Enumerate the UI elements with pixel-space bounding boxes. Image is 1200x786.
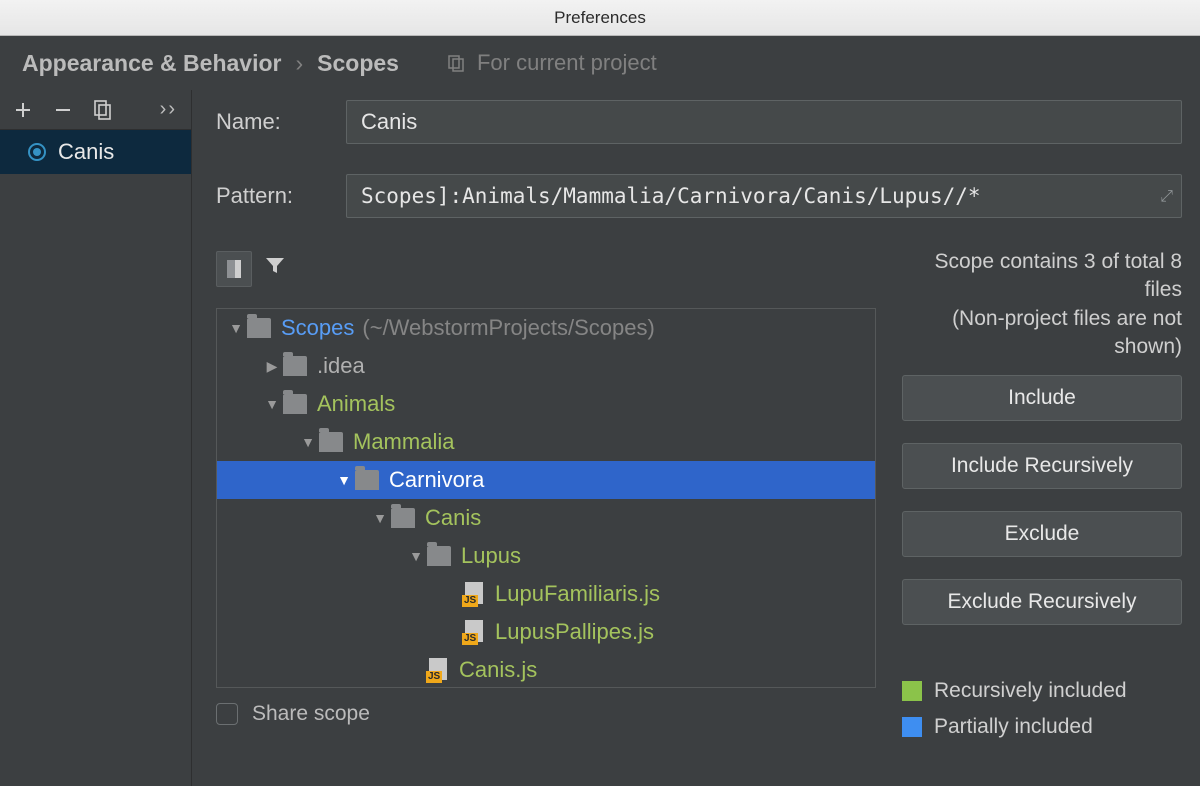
tree-node-file[interactable]: Canis.js	[217, 651, 875, 688]
tree-node-idea[interactable]: .idea	[217, 347, 875, 385]
file-tree[interactable]: Scopes (~/WebstormProjects/Scopes) .idea…	[216, 308, 876, 688]
sidebar-item-label: Canis	[58, 139, 114, 165]
folder-icon	[427, 546, 451, 566]
btn-label: Include Recursively	[951, 454, 1133, 478]
chevron-down-icon[interactable]	[333, 472, 355, 488]
tree-label: Lupus	[461, 543, 521, 569]
tree-node-animals[interactable]: Animals	[217, 385, 875, 423]
tree-label: .idea	[317, 353, 365, 379]
chevron-down-icon[interactable]	[261, 396, 283, 412]
tree-label: LupusPallipes.js	[495, 619, 654, 645]
pattern-input-value: Scopes]:Animals/Mammalia/Carnivora/Canis…	[361, 184, 981, 208]
sidebar-toolbar: ››	[0, 90, 191, 130]
include-recursively-button[interactable]: Include Recursively	[902, 443, 1182, 489]
tree-label: Animals	[317, 391, 395, 417]
project-scope-icon	[447, 53, 467, 73]
btn-label: Include	[1008, 386, 1076, 410]
name-input-value: Canis	[361, 109, 417, 135]
tree-label: Canis	[425, 505, 481, 531]
tree-node-mammalia[interactable]: Mammalia	[217, 423, 875, 461]
folder-icon	[319, 432, 343, 452]
window-title: Preferences	[554, 8, 646, 28]
sidebar-item-canis[interactable]: Canis	[0, 130, 191, 174]
chevron-down-icon[interactable]	[405, 548, 427, 564]
folder-icon	[247, 318, 271, 338]
folder-icon	[283, 356, 307, 376]
chevron-down-icon[interactable]	[297, 434, 319, 450]
exclude-button[interactable]: Exclude	[902, 511, 1182, 557]
include-button[interactable]: Include	[902, 375, 1182, 421]
folder-icon	[391, 508, 415, 528]
copy-scope-button[interactable]	[94, 100, 112, 120]
scope-status: Scope contains 3 of total 8 files (Non-p…	[902, 248, 1182, 361]
expand-pattern-icon[interactable]: ⤢	[1160, 186, 1173, 206]
tree-label: Carnivora	[389, 467, 484, 493]
breadcrumb-section[interactable]: Appearance & Behavior	[22, 50, 281, 77]
chevron-down-icon[interactable]	[225, 320, 247, 336]
pattern-label: Pattern:	[216, 183, 346, 209]
chevron-right-icon[interactable]	[261, 358, 283, 375]
add-scope-button[interactable]	[14, 101, 32, 119]
legend: Recursively included Partially included	[902, 679, 1182, 739]
name-label: Name:	[216, 109, 346, 135]
window-titlebar: Preferences	[0, 0, 1200, 36]
scope-type-icon	[28, 143, 46, 161]
remove-scope-button[interactable]	[54, 101, 72, 119]
breadcrumb-page[interactable]: Scopes	[317, 50, 399, 77]
js-file-icon	[463, 582, 485, 606]
status-line-1: Scope contains 3 of total 8 files	[902, 248, 1182, 305]
chevron-down-icon[interactable]	[369, 510, 391, 526]
js-file-icon	[463, 620, 485, 644]
js-file-icon	[427, 658, 449, 682]
legend-swatch-green	[902, 681, 922, 701]
breadcrumb-hint: For current project	[477, 50, 657, 76]
more-actions-button[interactable]: ››	[160, 98, 177, 121]
name-input[interactable]: Canis	[346, 100, 1182, 144]
pattern-input[interactable]: Scopes]:Animals/Mammalia/Carnivora/Canis…	[346, 174, 1182, 218]
toggle-files-button[interactable]	[216, 251, 252, 287]
tree-node-file[interactable]: LupusPallipes.js	[217, 613, 875, 651]
filter-icon[interactable]	[264, 255, 286, 283]
main-pane: Name: Canis Pattern: Scopes]:Animals/Mam…	[192, 90, 1200, 786]
tree-label: LupuFamiliaris.js	[495, 581, 660, 607]
share-scope-label: Share scope	[252, 702, 370, 726]
tree-toolbar	[216, 248, 876, 290]
legend-recursive: Recursively included	[934, 679, 1127, 703]
share-scope-checkbox[interactable]	[216, 703, 238, 725]
btn-label: Exclude Recursively	[947, 590, 1136, 614]
exclude-recursively-button[interactable]: Exclude Recursively	[902, 579, 1182, 625]
tree-node-root[interactable]: Scopes (~/WebstormProjects/Scopes)	[217, 309, 875, 347]
tree-label: Canis.js	[459, 657, 537, 683]
scopes-sidebar: ›› Canis	[0, 90, 192, 786]
tree-node-canis[interactable]: Canis	[217, 499, 875, 537]
legend-swatch-blue	[902, 717, 922, 737]
tree-node-lupus[interactable]: Lupus	[217, 537, 875, 575]
folder-icon	[355, 470, 379, 490]
tree-label: Mammalia	[353, 429, 454, 455]
tree-node-carnivora[interactable]: Carnivora	[217, 461, 875, 499]
legend-partial: Partially included	[934, 715, 1093, 739]
breadcrumb-sep: ›	[295, 50, 303, 77]
tree-root-path: (~/WebstormProjects/Scopes)	[362, 315, 654, 341]
folder-icon	[283, 394, 307, 414]
tree-label: Scopes	[281, 315, 354, 341]
btn-label: Exclude	[1005, 522, 1080, 546]
tree-node-file[interactable]: LupuFamiliaris.js	[217, 575, 875, 613]
status-line-2: (Non-project files are not shown)	[902, 305, 1182, 362]
breadcrumb-bar: Appearance & Behavior › Scopes For curre…	[0, 36, 1200, 90]
